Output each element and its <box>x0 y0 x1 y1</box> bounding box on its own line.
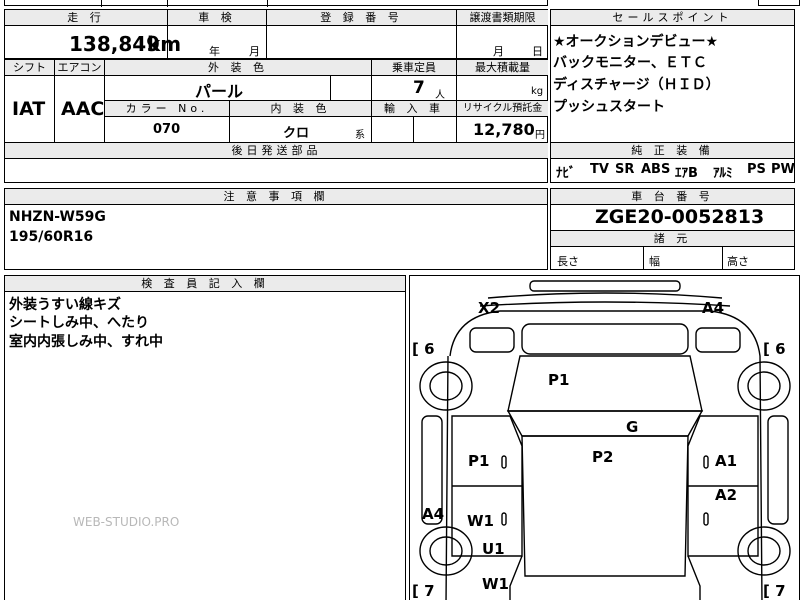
mileage-unit: km <box>147 32 182 56</box>
capacity-header: 乗車定員 <box>372 60 456 75</box>
prev-row-strip <box>4 0 548 7</box>
inspector-line-2: シートしみ中、へたり <box>9 315 149 331</box>
tyre-depth-front-left: [ 6 <box>412 340 435 358</box>
tyre-depth-rear-left: [ 7 <box>412 582 435 600</box>
mark-g: G <box>626 418 639 436</box>
equipment-sr: SR <box>615 162 635 177</box>
mark-a1-right: A1 <box>715 452 738 470</box>
salespoint-line-1: ★オークションデビュー★ <box>553 34 719 50</box>
inspector-line-1: 外装うすい線キズ <box>9 297 121 313</box>
mark-a4-left: A4 <box>422 505 445 523</box>
parts-header: 後日発送部品 <box>5 143 548 158</box>
chassis-number: ZGE20-0052813 <box>595 206 765 228</box>
mark-p2: P2 <box>592 448 614 466</box>
notes-line-2: 195/60R16 <box>9 229 94 245</box>
mileage-registration-table: 走 行 車 検 登 録 番 号 譲渡書類期限 138,849 km 年 月 月 … <box>4 9 548 59</box>
transfer-month: 月 <box>493 45 504 58</box>
aircon-header: エアコン <box>55 60 104 75</box>
mark-x2: X2 <box>478 299 501 317</box>
salespoint-header: セールスポイント <box>551 10 794 25</box>
tyre-depth-front-right: [ 6 <box>763 340 786 358</box>
salespoint-box: セールスポイント ★オークションデビュー★ バックモニター、ＥＴＣ ディスチャー… <box>550 9 795 183</box>
salespoint-line-4: プッシュスタート <box>553 99 665 115</box>
interior-value: クロ <box>283 126 310 141</box>
equipment-navi: ﾅﾋﾞ <box>556 166 576 181</box>
maxload-unit: kg <box>531 86 544 97</box>
length-label: 長さ <box>557 255 579 268</box>
shift-header: シフト <box>5 60 54 75</box>
car-diagram-box: X2 A4 P1 G P2 P1 A1 A2 A4 W1 U1 W1 [ 6 [… <box>409 275 800 600</box>
aircon-value: AAC <box>61 98 105 120</box>
specs-header: 諸 元 <box>551 231 794 246</box>
tyre-depth-rear-right: [ 7 <box>763 582 786 600</box>
mark-p1-hood: P1 <box>548 371 570 389</box>
chassis-header: 車 台 番 号 <box>551 189 794 204</box>
equipment-tv: TV <box>590 162 609 177</box>
height-label: 高さ <box>727 255 749 268</box>
prev-row-strip-right <box>758 0 800 6</box>
mark-p1-left: P1 <box>468 452 490 470</box>
mark-a2-right: A2 <box>715 486 738 504</box>
recycle-unit: 円 <box>535 130 545 141</box>
colorno-value: 070 <box>153 122 181 137</box>
shaken-header: 車 検 <box>168 10 266 25</box>
exterior-value: パール <box>195 82 244 101</box>
notes-header: 注 意 事 項 欄 <box>5 189 547 204</box>
shift-value: IAT <box>12 98 46 120</box>
registration-header: 登 録 番 号 <box>267 10 456 25</box>
mark-w1-left: W1 <box>467 512 494 530</box>
equipment-ps: PS <box>747 162 766 177</box>
width-label: 幅 <box>649 255 660 268</box>
equipment-header: 純 正 装 備 <box>551 143 794 158</box>
equipment-airbag: ｴｱB <box>675 166 698 181</box>
mark-a4-top: A4 <box>702 299 725 317</box>
recycle-header: リサイクル預託金 <box>457 101 548 116</box>
mileage-header: 走 行 <box>5 10 167 25</box>
equipment-alloy: ｱﾙﾐ <box>713 166 733 181</box>
chassis-box: 車 台 番 号 ZGE20-0052813 諸 元 長さ 幅 高さ <box>550 188 795 270</box>
inspector-header: 検 査 員 記 入 欄 <box>5 276 405 291</box>
recycle-value: 12,780 <box>473 120 535 139</box>
interior-header: 内 装 色 <box>230 101 371 116</box>
mark-w1-bottom: W1 <box>482 575 509 593</box>
mark-u1: U1 <box>482 540 505 558</box>
equipment-abs: ABS <box>641 162 671 177</box>
shaken-year: 年 <box>209 45 220 58</box>
shaken-month: 月 <box>249 45 260 58</box>
salespoint-line-3: ディスチャージ（ＨＩＤ） <box>553 77 720 93</box>
notes-box: 注 意 事 項 欄 NHZN-W59G 195/60R16 <box>4 188 548 270</box>
notes-line-1: NHZN-W59G <box>9 209 106 225</box>
spec-table: シフト エアコン 外 装 色 乗車定員 最大積載量 カラー No. 内 装 色 … <box>4 59 548 183</box>
transfer-header: 譲渡書類期限 <box>457 10 548 25</box>
inspector-line-3: 室内内張しみ中、すれ中 <box>9 334 163 350</box>
inspector-box: 検 査 員 記 入 欄 外装うすい線キズ シートしみ中、へたり 室内内張しみ中、… <box>4 275 406 600</box>
watermark: WEB-STUDIO.PRO <box>73 515 180 529</box>
interior-suffix: 系 <box>355 130 365 141</box>
transfer-day: 日 <box>532 45 543 58</box>
equipment-pw: PW <box>771 162 795 177</box>
salespoint-line-2: バックモニター、ＥＴＣ <box>553 55 707 71</box>
capacity-unit: 人 <box>435 90 445 101</box>
maxload-header: 最大積載量 <box>457 60 548 75</box>
colorno-header: カラー No. <box>105 101 229 116</box>
capacity-value: 7 <box>413 78 425 98</box>
car-diagram <box>419 280 791 600</box>
import-header: 輸 入 車 <box>372 101 456 116</box>
exterior-header: 外 装 色 <box>105 60 371 75</box>
